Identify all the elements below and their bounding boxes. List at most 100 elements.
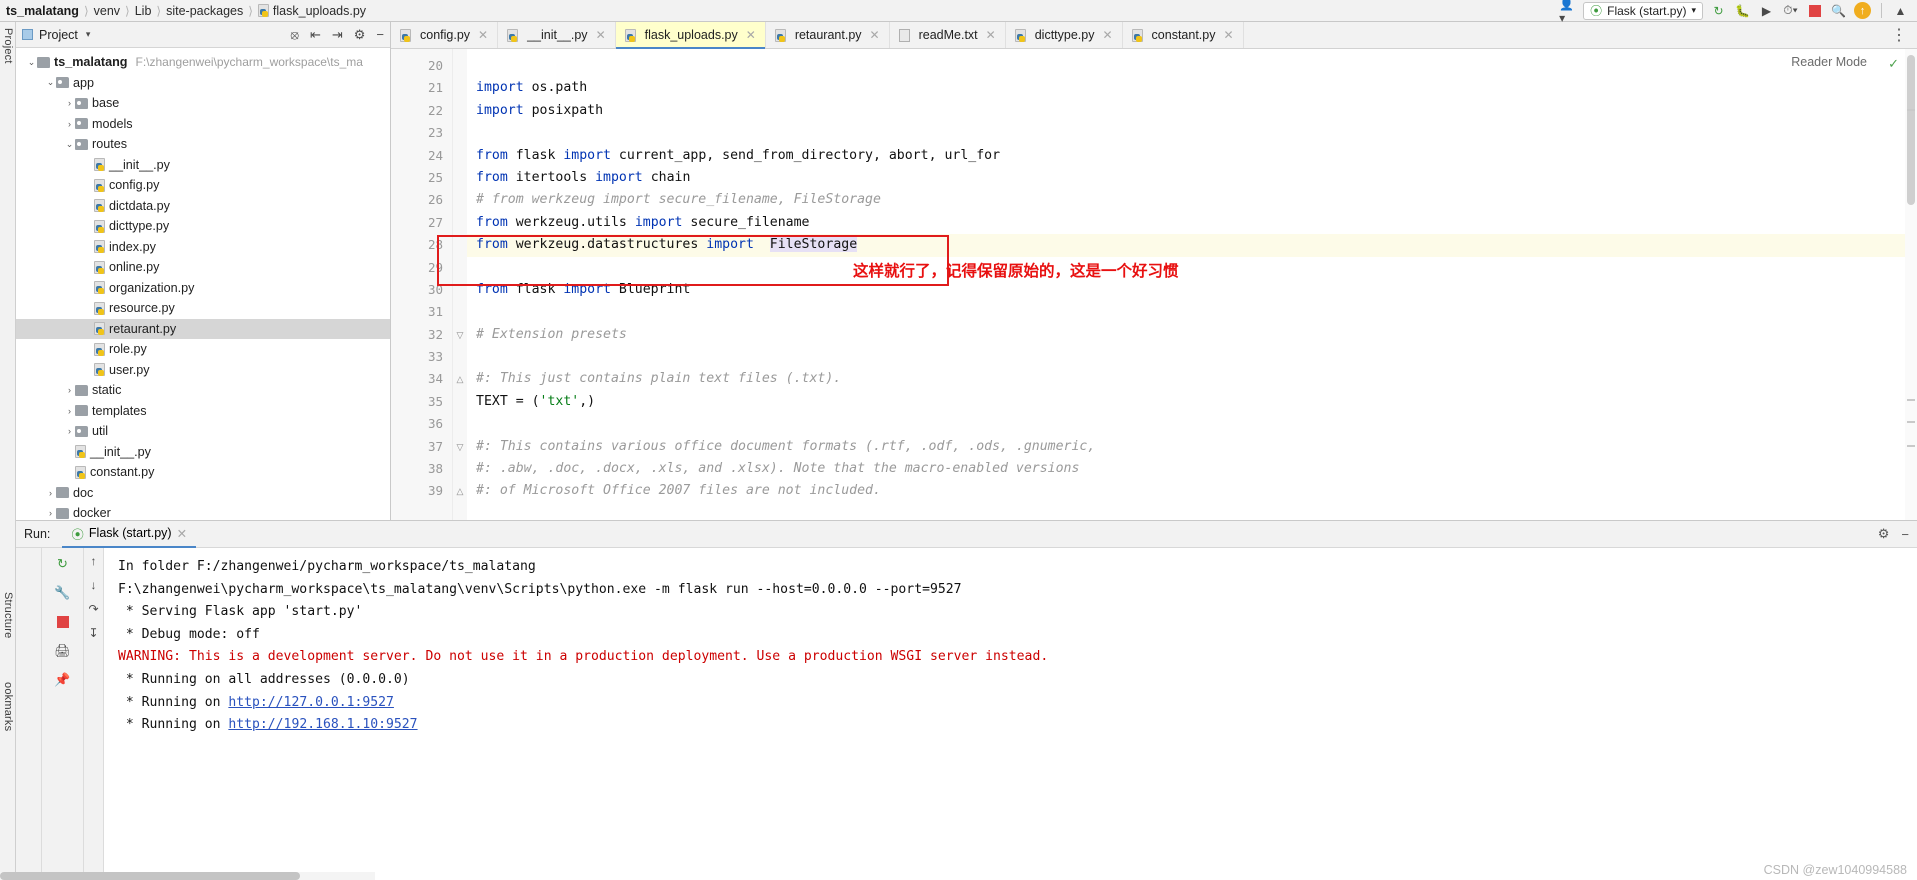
soft-wrap-icon[interactable]: ↷ bbox=[88, 602, 98, 616]
editor-tab-readme-txt[interactable]: readMe.txt ✕ bbox=[890, 22, 1006, 48]
code-line[interactable]: #: This contains various office document… bbox=[467, 436, 1917, 458]
editor-tab-constant-py[interactable]: constant.py ✕ bbox=[1123, 22, 1244, 48]
code-line[interactable]: # from werkzeug import secure_filename, … bbox=[467, 189, 1917, 211]
code-line[interactable]: from itertools import chain bbox=[467, 167, 1917, 189]
close-icon[interactable]: ✕ bbox=[478, 28, 488, 42]
scroll-up-icon[interactable]: ↑ bbox=[91, 554, 97, 568]
chevron-down-icon[interactable]: ▾ bbox=[86, 29, 91, 40]
user-icon[interactable]: 👤▾ bbox=[1559, 0, 1576, 25]
breadcrumb-item-venv[interactable]: venv bbox=[94, 4, 120, 18]
breadcrumb[interactable]: ts_malatang ⟩ venv ⟩ Lib ⟩ site-packages… bbox=[6, 4, 366, 18]
breadcrumb-item-project[interactable]: ts_malatang bbox=[6, 4, 79, 18]
tree-item-role-py[interactable]: role.py bbox=[16, 339, 390, 360]
hide-panel-icon[interactable]: − bbox=[376, 27, 384, 42]
gear-icon[interactable]: ⚙ bbox=[1878, 526, 1890, 542]
tree-item-organization-py[interactable]: organization.py bbox=[16, 278, 390, 299]
collapse-icon[interactable]: ▲ bbox=[1892, 2, 1909, 19]
update-arrow-icon[interactable]: ↑ bbox=[1854, 2, 1871, 19]
close-icon[interactable]: ✕ bbox=[870, 28, 880, 42]
debug-bug-icon[interactable]: 🐛 bbox=[1734, 2, 1751, 19]
tree-item-index-py[interactable]: index.py bbox=[16, 237, 390, 258]
code-line[interactable] bbox=[467, 301, 1917, 323]
tree-item-base[interactable]: › base bbox=[16, 93, 390, 114]
tree-item-models[interactable]: › models bbox=[16, 114, 390, 135]
code-line[interactable]: TEXT = ('txt',) bbox=[467, 391, 1917, 413]
tree-item-retaurant-py[interactable]: retaurant.py bbox=[16, 318, 390, 339]
console-link[interactable]: http://192.168.1.10:9527 bbox=[228, 717, 417, 732]
run-tab-flask[interactable]: ⦿ Flask (start.py) ✕ bbox=[62, 521, 197, 548]
editor-tab-flask-uploads-py[interactable]: flask_uploads.py ✕ bbox=[615, 22, 766, 49]
scroll-down-icon[interactable]: ↓ bbox=[91, 578, 97, 592]
expand-all-icon[interactable]: ⇤ bbox=[310, 27, 321, 43]
console-link[interactable]: http://127.0.0.1:9527 bbox=[228, 695, 394, 710]
locate-file-icon[interactable]: ⦻ bbox=[290, 27, 299, 43]
chevron-right-icon[interactable]: › bbox=[64, 385, 75, 395]
tree-item-config-py[interactable]: config.py bbox=[16, 175, 390, 196]
code-line[interactable] bbox=[467, 55, 1917, 77]
tree-item-resource-py[interactable]: resource.py bbox=[16, 298, 390, 319]
inspection-ok-icon[interactable]: ✓ bbox=[1888, 56, 1899, 72]
tree-item-online-py[interactable]: online.py bbox=[16, 257, 390, 278]
chevron-down-icon[interactable]: ⌄ bbox=[64, 139, 75, 150]
code-line[interactable]: from flask import current_app, send_from… bbox=[467, 145, 1917, 167]
tree-item-user-py[interactable]: user.py bbox=[16, 360, 390, 381]
code-line[interactable]: #: This just contains plain text files (… bbox=[467, 368, 1917, 390]
chevron-right-icon[interactable]: › bbox=[45, 508, 56, 518]
close-icon[interactable]: ✕ bbox=[746, 28, 756, 42]
chevron-right-icon[interactable]: › bbox=[45, 488, 56, 498]
collapse-all-icon[interactable]: ⇥ bbox=[332, 27, 343, 43]
tree-item-doc[interactable]: › doc bbox=[16, 483, 390, 504]
print-icon[interactable]: 🖨 bbox=[52, 641, 74, 661]
tree-item-static[interactable]: › static bbox=[16, 380, 390, 401]
run-coverage-icon[interactable]: ▶ bbox=[1758, 2, 1775, 19]
breadcrumb-item-site-packages[interactable]: site-packages bbox=[166, 4, 243, 18]
chevron-down-icon[interactable]: ⌄ bbox=[45, 77, 56, 88]
editor-tab-retaurant-py[interactable]: retaurant.py ✕ bbox=[766, 22, 890, 48]
code-line[interactable]: import os.path bbox=[467, 77, 1917, 99]
tree-item-util[interactable]: › util bbox=[16, 421, 390, 442]
chevron-right-icon[interactable]: › bbox=[64, 98, 75, 108]
wrench-icon[interactable]: 🔧 bbox=[52, 583, 74, 603]
code-line[interactable]: #: of Microsoft Office 2007 files are no… bbox=[467, 480, 1917, 502]
project-tree[interactable]: ⌄ ts_malatang F:\zhangenwei\pycharm_worksp… bbox=[16, 48, 390, 520]
breadcrumb-item-lib[interactable]: Lib bbox=[135, 4, 152, 18]
editor-tab---init---py[interactable]: __init__.py ✕ bbox=[498, 22, 616, 48]
hide-panel-icon[interactable]: − bbox=[1901, 527, 1909, 542]
search-icon[interactable]: 🔍 bbox=[1830, 2, 1847, 19]
chevron-down-icon[interactable]: ⌄ bbox=[26, 57, 37, 68]
fold-toggle-icon[interactable]: ▽ bbox=[453, 436, 467, 458]
tree-item-docker[interactable]: › docker bbox=[16, 503, 390, 520]
code-line[interactable]: # Extension presets bbox=[467, 324, 1917, 346]
code-line[interactable] bbox=[467, 413, 1917, 435]
chevron-right-icon[interactable]: › bbox=[64, 406, 75, 416]
editor-scroll-thumb[interactable] bbox=[1907, 55, 1915, 205]
rerun-icon[interactable]: ↻ bbox=[52, 554, 74, 574]
reader-mode-label[interactable]: Reader Mode bbox=[1791, 55, 1867, 69]
tree-item-dicttype-py[interactable]: dicttype.py bbox=[16, 216, 390, 237]
close-icon[interactable]: ✕ bbox=[596, 28, 606, 42]
editor-tab-bar[interactable]: config.py ✕ __init__.py ✕ flask_uploads.py ✕ r… bbox=[391, 22, 1917, 49]
pin-icon[interactable]: 📌 bbox=[52, 670, 74, 690]
code-line[interactable]: import posixpath bbox=[467, 100, 1917, 122]
console-output[interactable]: In folder F:/zhangenwei/pycharm_workspac… bbox=[104, 548, 1917, 880]
editor-scrollbar[interactable] bbox=[1905, 49, 1917, 520]
tree-item-routes[interactable]: ⌄ routes bbox=[16, 134, 390, 155]
chevron-right-icon[interactable]: › bbox=[64, 119, 75, 129]
project-tree-hscrollbar[interactable] bbox=[0, 872, 375, 880]
rerun-icon[interactable]: ↻ bbox=[1710, 2, 1727, 19]
code-line[interactable]: from werkzeug.utils import secure_filena… bbox=[467, 212, 1917, 234]
tree-item-dictdata-py[interactable]: dictdata.py bbox=[16, 196, 390, 217]
rail-item-project[interactable]: Project bbox=[2, 28, 14, 64]
gear-icon[interactable]: ⚙ bbox=[354, 27, 366, 43]
fold-toggle-icon[interactable]: △ bbox=[453, 368, 467, 390]
code-line[interactable] bbox=[467, 346, 1917, 368]
fold-toggle-icon[interactable]: △ bbox=[453, 480, 467, 502]
tree-item-constant-py[interactable]: constant.py bbox=[16, 462, 390, 483]
editor-tab-dicttype-py[interactable]: dicttype.py ✕ bbox=[1006, 22, 1123, 48]
editor-tab-config-py[interactable]: config.py ✕ bbox=[391, 22, 499, 48]
close-icon[interactable]: ✕ bbox=[1223, 28, 1233, 42]
code-line[interactable]: #: .abw, .doc, .docx, .xls, and .xlsx). … bbox=[467, 458, 1917, 480]
tree-item-app[interactable]: ⌄ app bbox=[16, 73, 390, 94]
rail-item-structure[interactable]: Structure bbox=[2, 592, 14, 638]
close-icon[interactable]: ✕ bbox=[177, 526, 187, 541]
